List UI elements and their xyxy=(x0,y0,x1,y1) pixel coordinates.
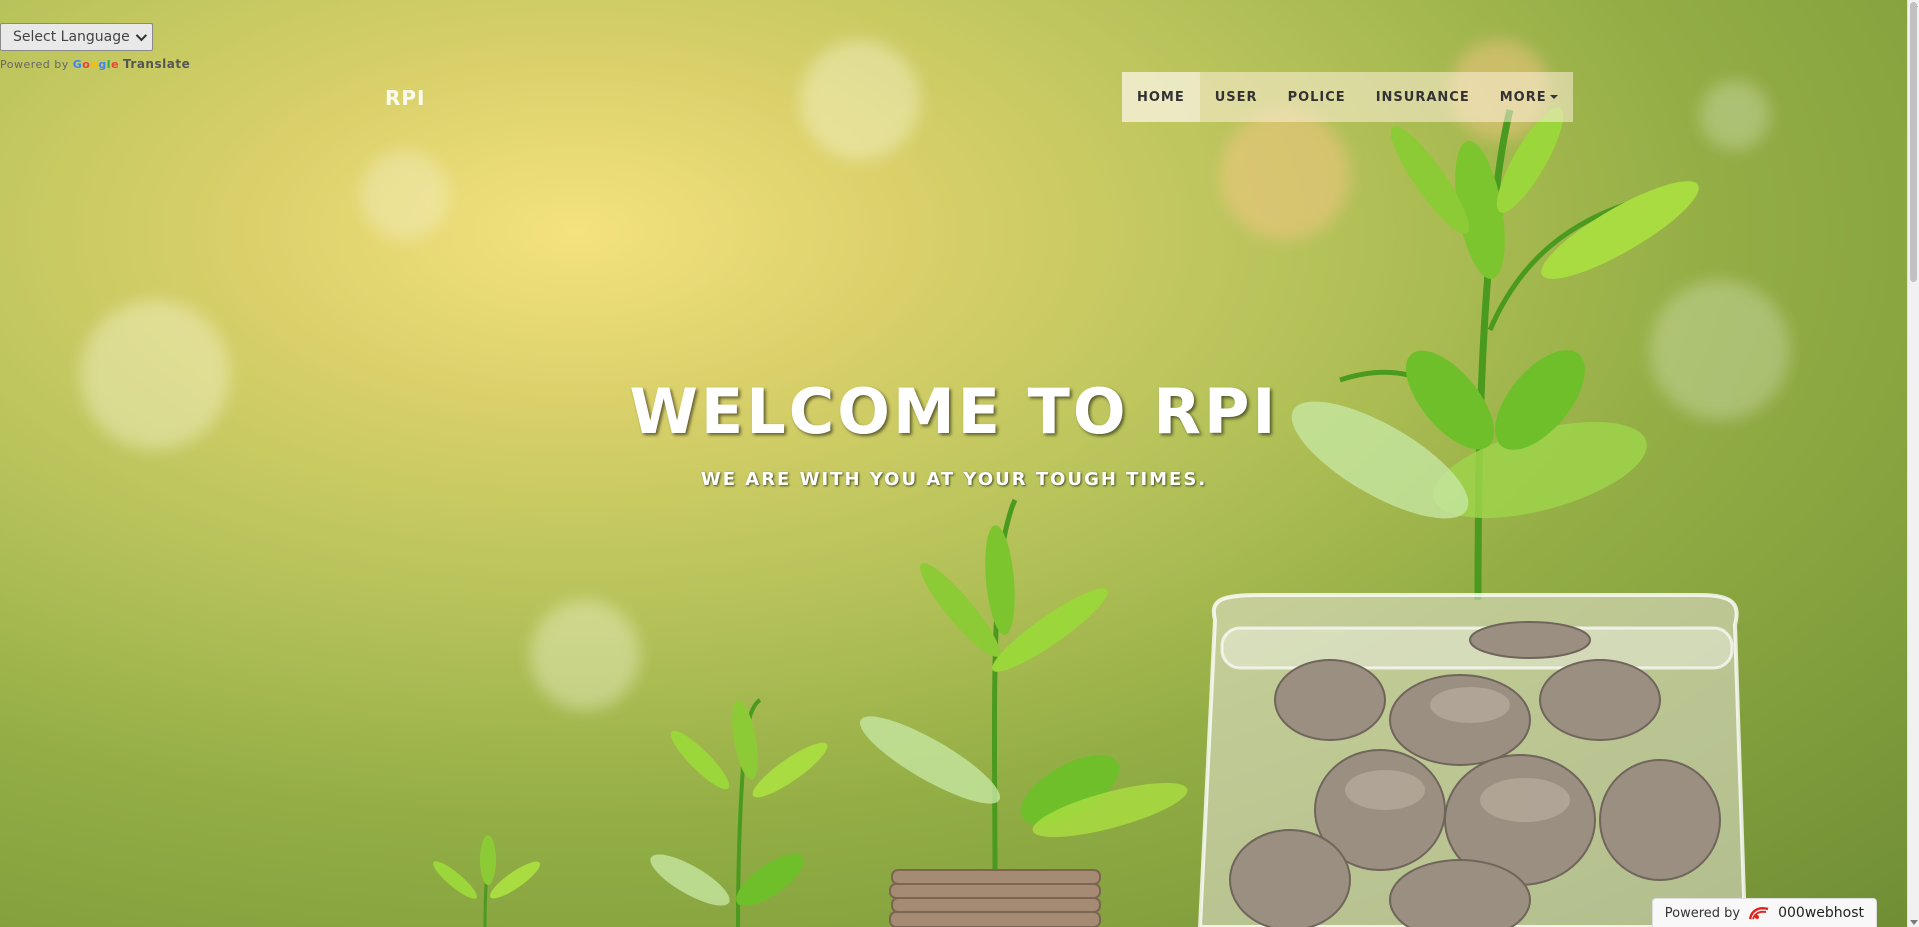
plants-and-coins-illustration xyxy=(433,107,1748,927)
language-select[interactable]: Select Language xyxy=(0,23,153,51)
webhost-logo-icon xyxy=(1748,907,1769,920)
nav-item-label: INSURANCE xyxy=(1375,89,1470,105)
badge-powered-by: Powered by xyxy=(1664,905,1741,921)
caret-down-icon xyxy=(1549,95,1558,99)
scroll-down-icon[interactable] xyxy=(1910,920,1918,925)
google-translate-widget: Select Language Powered by Google Transl… xyxy=(0,23,190,71)
nav-item-label: USER xyxy=(1214,89,1258,105)
badge-host-name: 000webhost xyxy=(1778,905,1864,921)
scrollbar-thumb[interactable] xyxy=(1910,2,1917,282)
nav-item-label: POLICE xyxy=(1287,89,1346,105)
nav-item-more-dropdown[interactable]: MORE xyxy=(1485,72,1573,122)
language-select-label: Select Language xyxy=(13,29,130,45)
translate-attribution: Powered by Google Translate xyxy=(0,57,190,71)
landing-page: Select Language Powered by Google Transl… xyxy=(0,0,1919,927)
nav-item-insurance[interactable]: INSURANCE xyxy=(1361,72,1485,122)
nav-item-label: HOME xyxy=(1137,89,1185,105)
powered-by-text: Powered by xyxy=(0,58,69,71)
translate-text: Translate xyxy=(123,57,191,71)
google-logo[interactable]: Google xyxy=(73,58,123,71)
hosting-badge[interactable]: Powered by 000webhost xyxy=(1651,898,1877,927)
nav-item-user[interactable]: USER xyxy=(1200,72,1273,122)
nav-item-home[interactable]: HOME xyxy=(1122,72,1200,122)
nav-item-police[interactable]: POLICE xyxy=(1273,72,1361,122)
site-logo[interactable]: RPI xyxy=(385,86,426,110)
hero-subtitle: WE ARE WITH YOU AT YOUR TOUGH TIMES. xyxy=(700,469,1208,490)
hero-title: WELCOME TO RPI xyxy=(629,375,1279,448)
nav-item-label: MORE xyxy=(1499,89,1547,105)
chevron-down-icon xyxy=(135,29,147,42)
page-scrollbar[interactable] xyxy=(1907,0,1919,927)
main-nav: HOME USER POLICE INSURANCE MORE xyxy=(1122,72,1573,122)
